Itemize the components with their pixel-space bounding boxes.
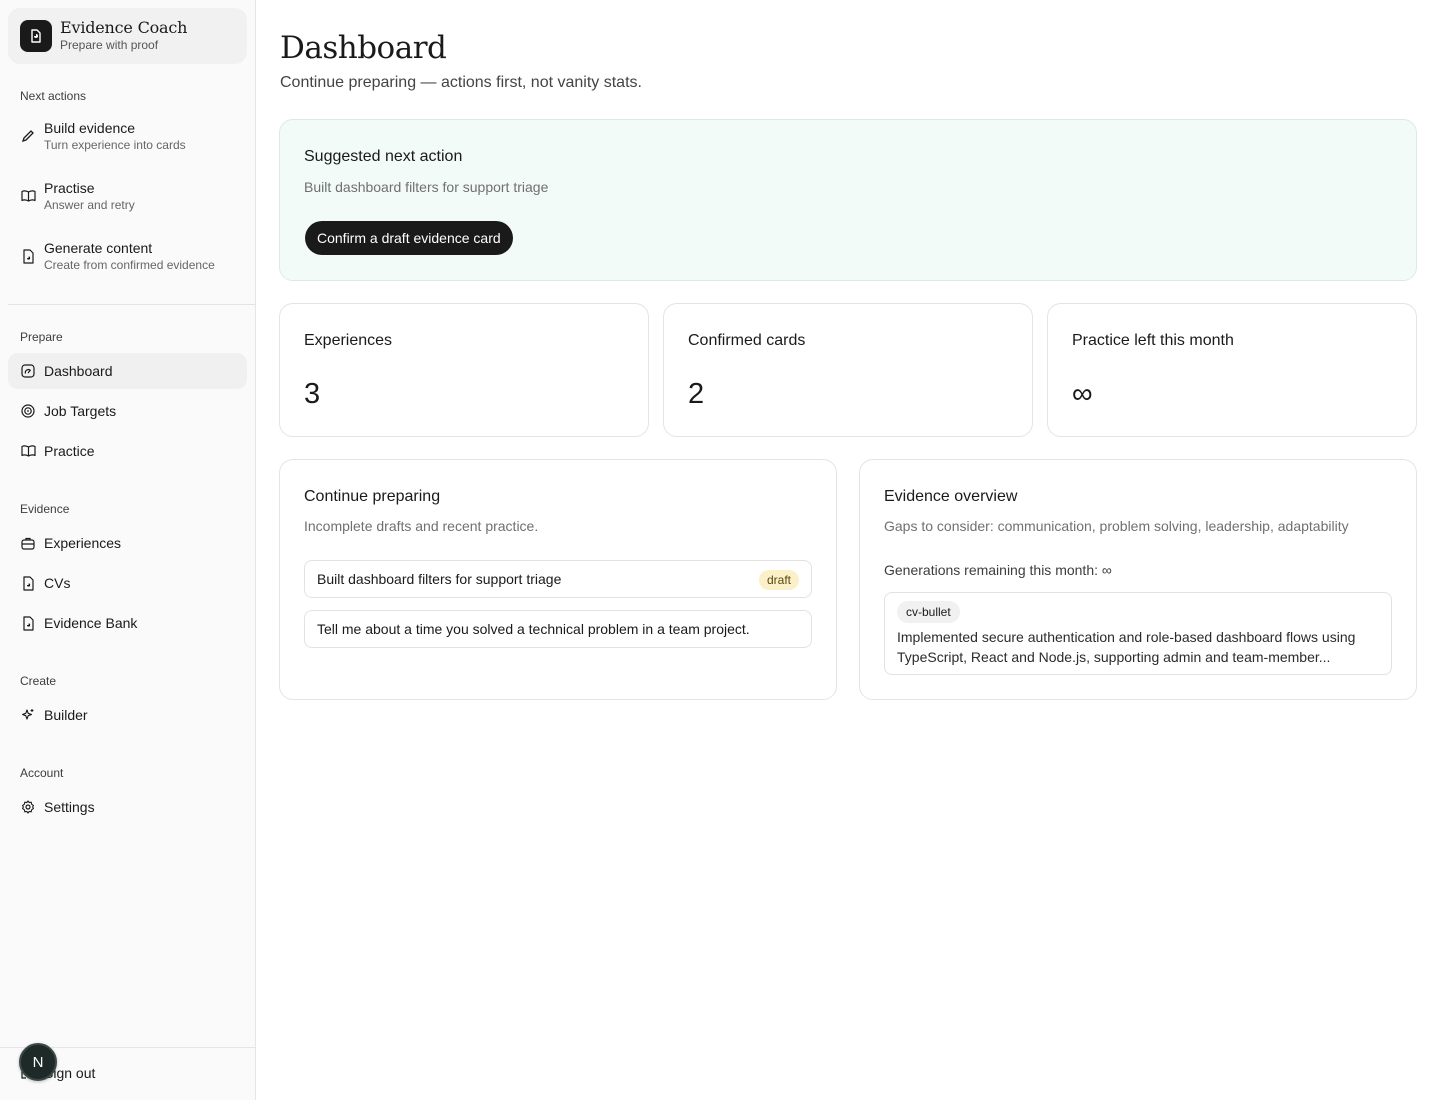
suggested-action-card: Suggested next action Built dashboard fi…	[279, 119, 1417, 281]
sidebar-item-dashboard[interactable]: Dashboard	[8, 353, 247, 389]
list-item-text: Tell me about a time you solved a techni…	[317, 621, 750, 637]
document-icon	[20, 575, 36, 591]
sidebar: Evidence Coach Prepare with proof Next a…	[0, 0, 256, 1100]
pencil-icon	[20, 128, 36, 144]
status-badge: draft	[758, 570, 799, 590]
sidebar-item-settings[interactable]: Settings	[8, 789, 247, 825]
sidebar-item-label: Experiences	[44, 535, 122, 551]
document-icon	[20, 20, 52, 52]
type-badge: cv-bullet	[897, 601, 960, 623]
stat-label: Practice left this month	[1072, 332, 1234, 349]
section-label-account: Account	[20, 766, 64, 780]
section-label-next-actions: Next actions	[20, 89, 87, 103]
sidebar-item-evidence-bank[interactable]: Evidence Bank	[8, 605, 247, 641]
stat-value: ∞	[1072, 378, 1093, 410]
stat-card-confirmed-cards: Confirmed cards 2	[663, 303, 1033, 437]
briefcase-icon	[20, 535, 36, 551]
sidebar-item-build-evidence[interactable]: Build evidence Turn experience into cards	[8, 120, 247, 164]
card-title: Suggested next action	[304, 148, 463, 165]
gaps-text: Gaps to consider: communication, problem…	[884, 518, 1349, 534]
confirm-draft-card-button[interactable]: Confirm a draft evidence card	[305, 221, 513, 255]
list-item[interactable]: Tell me about a time you solved a techni…	[304, 610, 812, 648]
sidebar-item-builder[interactable]: Builder	[8, 697, 247, 733]
sparkles-icon	[20, 707, 36, 723]
sidebar-item-practise[interactable]: Practise Answer and retry	[8, 180, 247, 224]
page-title: Dashboard	[280, 30, 447, 66]
card-subtitle: Incomplete drafts and recent practice.	[304, 518, 539, 534]
stat-card-experiences: Experiences 3	[279, 303, 649, 437]
gear-icon	[20, 799, 36, 815]
sidebar-item-generate-content[interactable]: Generate content Create from confirmed ev…	[8, 240, 247, 284]
sidebar-item-label: Practice	[44, 443, 95, 459]
sidebar-item-label: Practise	[44, 180, 95, 196]
sidebar-item-label: Build evidence	[44, 120, 136, 136]
list-item-text: Built dashboard filters for support tria…	[317, 571, 562, 587]
sidebar-item-label: Dashboard	[44, 363, 113, 379]
card-title: Evidence overview	[884, 488, 1018, 505]
brand-header[interactable]: Evidence Coach Prepare with proof	[8, 8, 247, 64]
stat-value: 3	[304, 378, 321, 410]
sidebar-item-job-targets[interactable]: Job Targets	[8, 393, 247, 429]
stat-label: Experiences	[304, 332, 393, 349]
sidebar-item-practice[interactable]: Practice	[8, 433, 247, 469]
sidebar-item-label: Evidence Bank	[44, 615, 138, 631]
avatar[interactable]: N	[19, 1043, 57, 1081]
sidebar-item-sub: Turn experience into cards	[44, 138, 186, 152]
sidebar-item-label: Job Targets	[44, 403, 117, 419]
target-icon	[20, 403, 36, 419]
evidence-overview-card: Evidence overview Gaps to consider: comm…	[859, 459, 1417, 700]
book-open-icon	[20, 443, 36, 459]
sidebar-item-sub: Create from confirmed evidence	[44, 258, 215, 272]
card-title: Continue preparing	[304, 488, 441, 505]
stat-value: 2	[688, 378, 705, 410]
stat-card-practice-left: Practice left this month ∞	[1047, 303, 1417, 437]
continue-preparing-card: Continue preparing Incomplete drafts and…	[279, 459, 837, 700]
sidebar-item-sub: Answer and retry	[44, 198, 135, 212]
section-label-prepare: Prepare	[20, 330, 63, 344]
card-subtitle: Built dashboard filters for support tria…	[304, 179, 549, 195]
sidebar-item-label: Generate content	[44, 240, 153, 256]
sidebar-item-experiences[interactable]: Experiences	[8, 525, 247, 561]
page-subtitle: Continue preparing — actions first, not …	[280, 74, 642, 91]
main-content: Dashboard Continue preparing — actions f…	[256, 0, 1440, 1100]
list-item[interactable]: Built dashboard filters for support tria…	[304, 560, 812, 598]
section-label-evidence: Evidence	[20, 502, 70, 516]
sidebar-item-cvs[interactable]: CVs	[8, 565, 247, 601]
brand-subtitle: Prepare with proof	[60, 38, 159, 52]
gauge-icon	[20, 363, 36, 379]
generations-remaining: Generations remaining this month: ∞	[884, 562, 1112, 578]
document-icon	[20, 615, 36, 631]
sidebar-item-label: Builder	[44, 707, 88, 723]
sidebar-item-label: Settings	[44, 799, 95, 815]
section-label-create: Create	[20, 674, 57, 688]
book-open-icon	[20, 188, 36, 204]
sidebar-item-label: CVs	[44, 575, 71, 591]
brand-title: Evidence Coach	[60, 18, 188, 37]
evidence-item[interactable]: cv-bullet Implemented secure authenticat…	[884, 592, 1392, 675]
evidence-text: Implemented secure authentication and ro…	[897, 629, 1356, 665]
document-icon	[20, 248, 36, 264]
sidebar-divider	[8, 304, 255, 305]
stat-label: Confirmed cards	[688, 332, 806, 349]
